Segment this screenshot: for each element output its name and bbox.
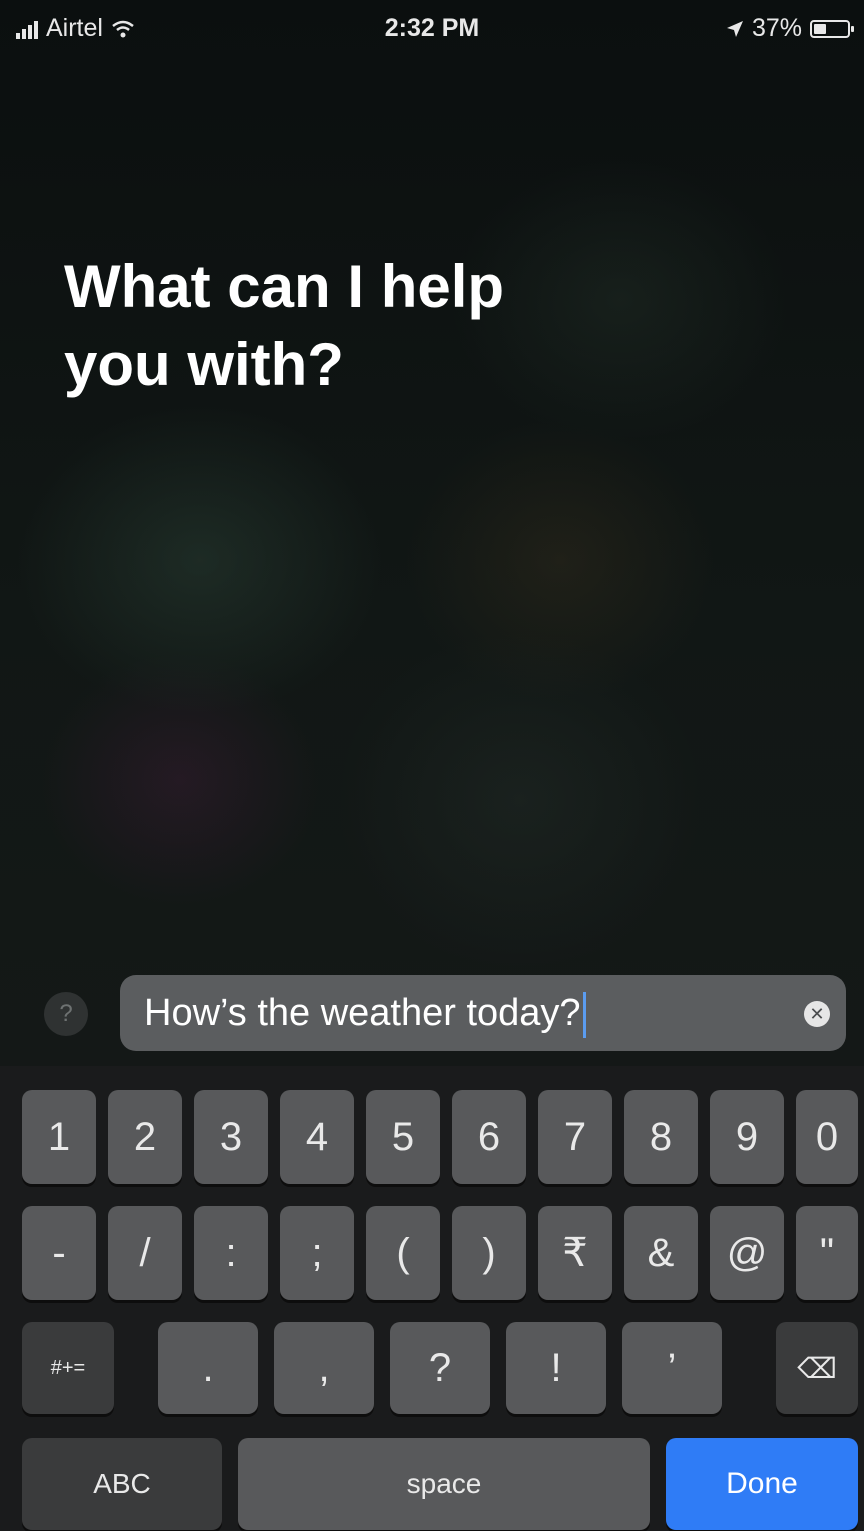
key-more-symbols[interactable]: #+= <box>22 1322 114 1414</box>
key-3[interactable]: 3 <box>194 1090 268 1184</box>
key-2[interactable]: 2 <box>108 1090 182 1184</box>
status-bar: Airtel 2:32 PM 37% <box>0 0 864 60</box>
input-text: How’s the weather today? <box>144 975 586 1051</box>
key-apostrophe[interactable]: ’ <box>622 1322 722 1414</box>
key-at[interactable]: @ <box>710 1206 784 1300</box>
key-close-paren[interactable]: ) <box>452 1206 526 1300</box>
key-period[interactable]: . <box>158 1322 258 1414</box>
key-abc[interactable]: ABC <box>22 1438 222 1530</box>
siri-type-input[interactable]: How’s the weather today? ✕ <box>120 975 846 1051</box>
prompt-line-2: you with? <box>64 331 344 398</box>
key-question[interactable]: ? <box>390 1322 490 1414</box>
key-4[interactable]: 4 <box>280 1090 354 1184</box>
key-6[interactable]: 6 <box>452 1090 526 1184</box>
key-0[interactable]: 0 <box>796 1090 858 1184</box>
input-value: How’s the weather today? <box>144 992 581 1034</box>
key-7[interactable]: 7 <box>538 1090 612 1184</box>
key-quote[interactable]: " <box>796 1206 858 1300</box>
battery-fill <box>814 23 826 34</box>
help-button[interactable]: ? <box>44 992 88 1036</box>
key-1[interactable]: 1 <box>22 1090 96 1184</box>
location-arrow-icon <box>726 20 743 37</box>
key-semicolon[interactable]: ; <box>280 1206 354 1300</box>
key-hyphen[interactable]: - <box>22 1206 96 1300</box>
key-comma[interactable]: , <box>274 1322 374 1414</box>
prompt-line-1: What can I help <box>64 253 505 320</box>
siri-prompt: What can I help you with? <box>64 248 784 404</box>
key-rupee[interactable]: ₹ <box>538 1206 612 1300</box>
key-5[interactable]: 5 <box>366 1090 440 1184</box>
key-ampersand[interactable]: & <box>624 1206 698 1300</box>
key-open-paren[interactable]: ( <box>366 1206 440 1300</box>
clear-x-icon[interactable]: ✕ <box>804 1001 830 1027</box>
key-colon[interactable]: : <box>194 1206 268 1300</box>
text-caret <box>582 991 586 1038</box>
keyboard: 1 2 3 4 5 6 7 8 9 0 - / : ; ( ) ₹ & @ " … <box>0 1066 864 1531</box>
key-exclamation[interactable]: ! <box>506 1322 606 1414</box>
key-9[interactable]: 9 <box>710 1090 784 1184</box>
battery-percent: 37% <box>751 14 802 42</box>
backspace-icon[interactable]: ⌫ <box>776 1322 858 1414</box>
battery-icon <box>810 19 854 38</box>
key-space[interactable]: space <box>238 1438 650 1530</box>
status-right: 37% <box>726 14 854 43</box>
key-slash[interactable]: / <box>108 1206 182 1300</box>
siri-screen: Airtel 2:32 PM 37% What can I help you w… <box>0 0 864 1531</box>
key-8[interactable]: 8 <box>624 1090 698 1184</box>
key-done[interactable]: Done <box>666 1438 858 1530</box>
